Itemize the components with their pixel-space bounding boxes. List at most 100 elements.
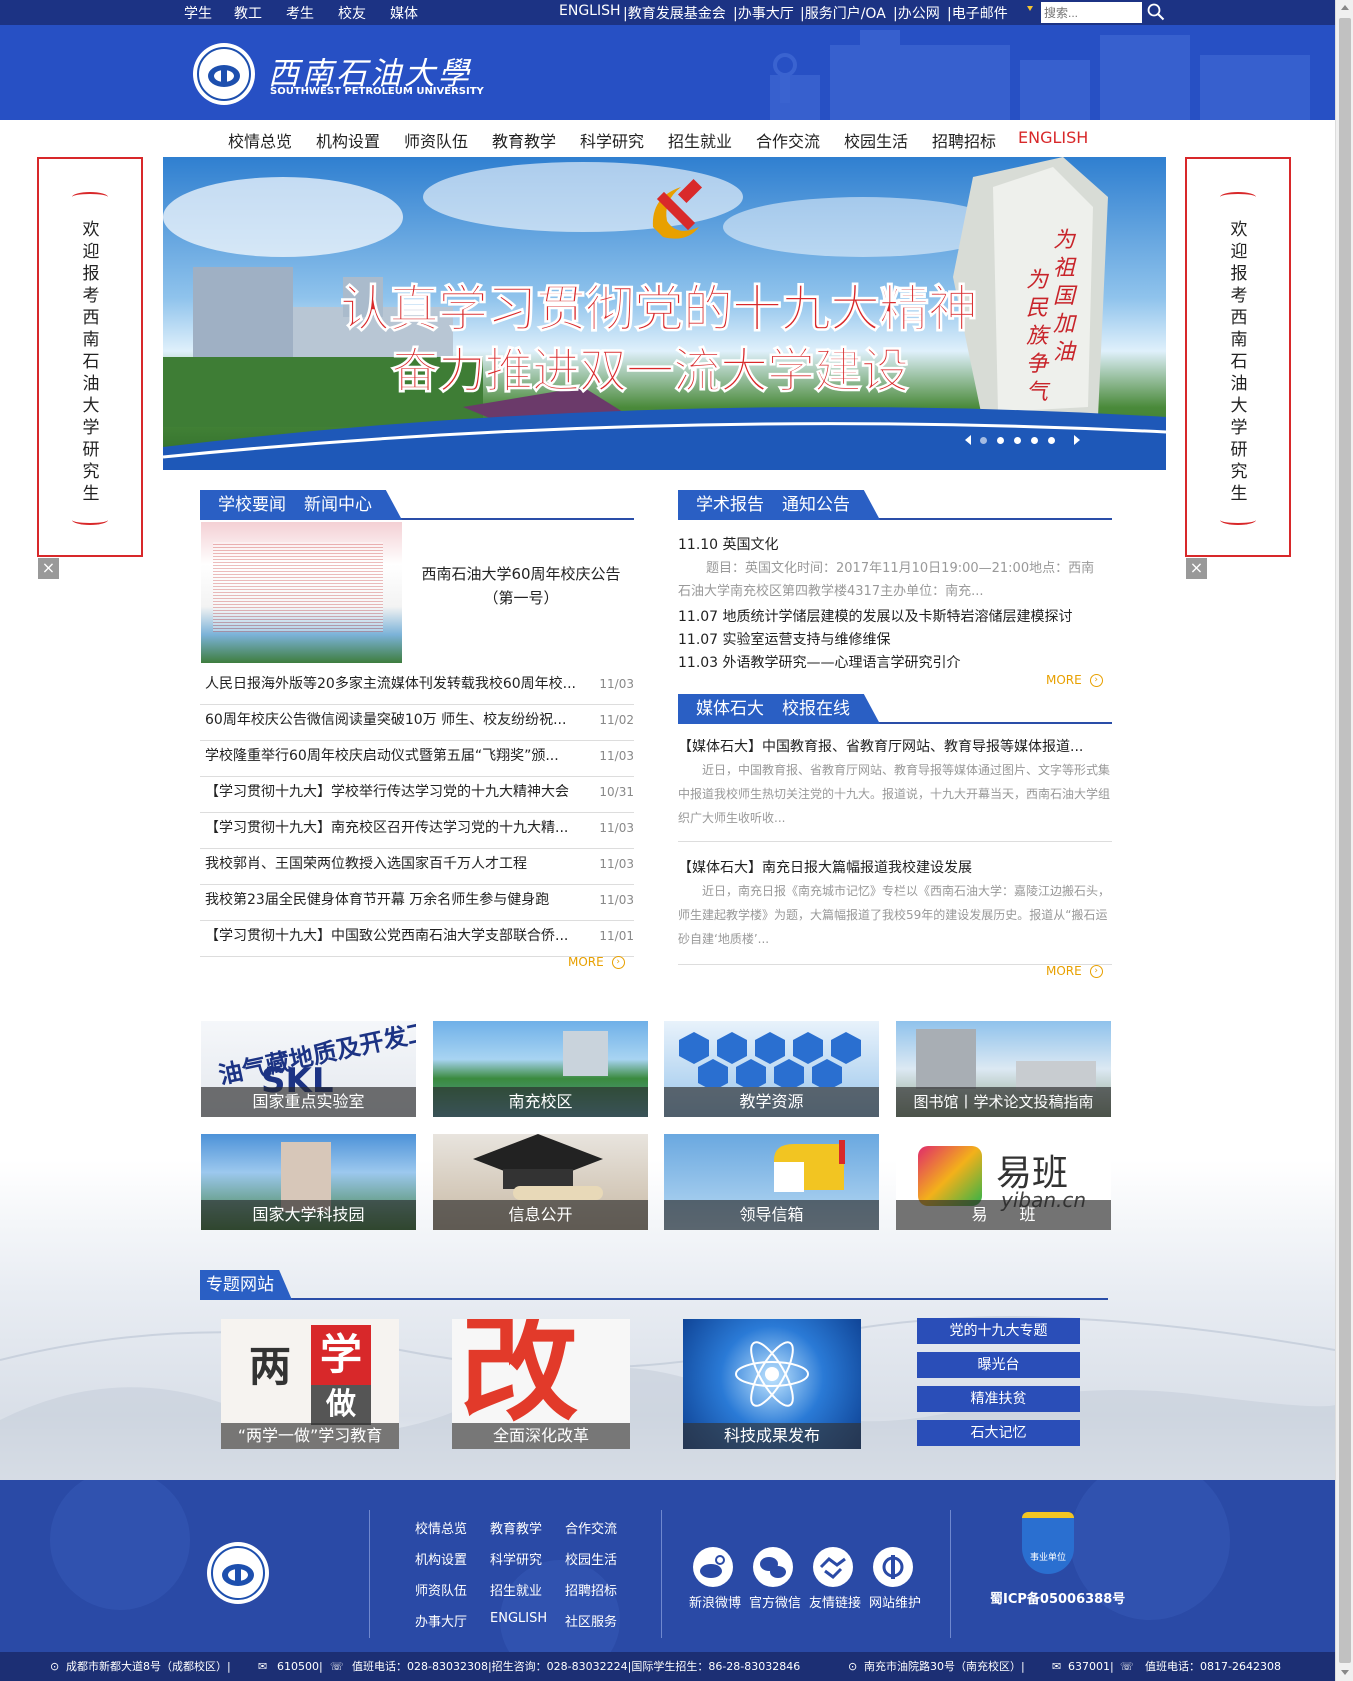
tile-nanchong-campus[interactable]: 南充校区 bbox=[433, 1021, 648, 1117]
wechat-label[interactable]: 官方微信 bbox=[749, 1592, 801, 1611]
topbar-link-service-hall[interactable]: |办事大厅 bbox=[733, 3, 794, 23]
footer-link[interactable]: 科学研究 bbox=[490, 1549, 542, 1568]
tab-academic-reports[interactable]: 学术报告 bbox=[696, 495, 764, 515]
footer-link[interactable]: 教育教学 bbox=[490, 1518, 542, 1537]
special-link-exposure[interactable]: 曝光台 bbox=[917, 1352, 1080, 1378]
footer-link[interactable]: 机构设置 bbox=[415, 1549, 467, 1568]
tile-teaching-resources[interactable]: 教学资源 bbox=[664, 1021, 879, 1117]
footer-link[interactable]: 办事大厅 bbox=[415, 1611, 467, 1630]
tab-school-paper[interactable]: 校报在线 bbox=[782, 699, 850, 719]
footer-link[interactable]: 社区服务 bbox=[565, 1611, 617, 1630]
tile-information-disclosure[interactable]: 信息公开 bbox=[433, 1134, 648, 1230]
list-item[interactable]: 人民日报海外版等20多家主流媒体刊发转载我校60周年校... 11/03 bbox=[200, 669, 634, 705]
news-more-link[interactable]: MORE › bbox=[568, 955, 625, 969]
list-item[interactable]: 11.03 外语教学研究——心理语言学研究引介 bbox=[678, 652, 961, 672]
featured-news-title[interactable]: 西南石油大学60周年校庆公告（第一号） bbox=[412, 562, 630, 610]
right-side-banner[interactable]: 欢迎报考西南石油大学研究生 bbox=[1185, 157, 1291, 557]
topbar-link-foundation[interactable]: |教育发展基金会 bbox=[623, 3, 726, 23]
list-item[interactable]: 我校郭肖、王国荣两位教授入选国家百千万人才工程 11/03 bbox=[200, 849, 634, 885]
list-item[interactable]: 【学习贯彻十九大】中国致公党西南石油大学支部联合侨... 11/01 bbox=[200, 921, 634, 957]
nav-item-cooperation[interactable]: 合作交流 bbox=[756, 128, 820, 152]
wechat-icon[interactable] bbox=[753, 1547, 793, 1587]
search-icon[interactable] bbox=[1147, 3, 1165, 21]
hero-prev-icon[interactable] bbox=[965, 435, 971, 445]
tile-library[interactable]: 图书馆丨学术论文投稿指南 bbox=[896, 1021, 1111, 1117]
icp-record[interactable]: 蜀ICP备05006388号 bbox=[990, 1588, 1125, 1607]
topbar-link-staff[interactable]: 教工 bbox=[234, 3, 262, 23]
topbar-link-applicants[interactable]: 考生 bbox=[286, 3, 314, 23]
dropdown-arrow-icon[interactable] bbox=[1027, 6, 1033, 11]
tab-school-news[interactable]: 学校要闻 bbox=[218, 495, 286, 515]
topbar-link-alumni[interactable]: 校友 bbox=[338, 3, 366, 23]
scroll-down-icon[interactable] bbox=[1341, 1670, 1349, 1675]
nav-item-faculty[interactable]: 师资队伍 bbox=[404, 128, 468, 152]
hero-dot[interactable] bbox=[997, 437, 1004, 444]
footer-link[interactable]: 校情总览 bbox=[415, 1518, 467, 1537]
tab-news-center[interactable]: 新闻中心 bbox=[304, 495, 372, 515]
footer-link[interactable]: 合作交流 bbox=[565, 1518, 617, 1537]
special-deepen-reform[interactable]: 改 全面深化改革 bbox=[452, 1319, 630, 1449]
topbar-link-students[interactable]: 学生 bbox=[184, 3, 212, 23]
left-banner-close-icon[interactable]: × bbox=[38, 558, 59, 579]
hero-dot[interactable] bbox=[980, 437, 987, 444]
nav-item-overview[interactable]: 校情总览 bbox=[228, 128, 292, 152]
public-institution-badge-icon[interactable]: 事业单位 bbox=[1022, 1512, 1074, 1574]
tile-leader-mailbox[interactable]: 领导信箱 bbox=[664, 1134, 879, 1230]
tile-yiban[interactable]: 易班 yiban.cn 易 班 bbox=[896, 1134, 1111, 1230]
page-scrollbar[interactable] bbox=[1335, 0, 1353, 1681]
topbar-link-media[interactable]: 媒体 bbox=[390, 3, 418, 23]
special-tech-results[interactable]: 科技成果发布 bbox=[683, 1319, 861, 1449]
right-banner-close-icon[interactable]: × bbox=[1186, 558, 1207, 579]
footer-link[interactable]: 招聘招标 bbox=[565, 1580, 617, 1599]
media-more-link[interactable]: MORE › bbox=[1046, 964, 1103, 978]
list-item[interactable]: 11.07 实验室运营支持与维修维保 bbox=[678, 629, 891, 649]
list-item[interactable]: 【学习贯彻十九大】南充校区召开传达学习党的十九大精... 11/03 bbox=[200, 813, 634, 849]
special-two-studies[interactable]: 两 学 做 “两学一做”学习教育 bbox=[221, 1319, 399, 1449]
featured-news-image[interactable] bbox=[201, 522, 402, 663]
topbar-link-office[interactable]: |办公网 bbox=[893, 3, 940, 23]
left-side-banner[interactable]: 欢迎报考西南石油大学研究生 bbox=[37, 157, 143, 557]
nav-item-education[interactable]: 教育教学 bbox=[492, 128, 556, 152]
footer-link[interactable]: ENGLISH bbox=[490, 1611, 547, 1626]
nav-item-admissions[interactable]: 招生就业 bbox=[668, 128, 732, 152]
weibo-icon[interactable] bbox=[693, 1547, 733, 1587]
footer-link[interactable]: 招生就业 bbox=[490, 1580, 542, 1599]
maintenance-icon[interactable] bbox=[873, 1547, 913, 1587]
search-input[interactable] bbox=[1041, 2, 1142, 23]
nav-item-research[interactable]: 科学研究 bbox=[580, 128, 644, 152]
list-item[interactable]: 60周年校庆公告微信阅读量突破10万 师生、校友纷纷祝... 11/02 bbox=[200, 705, 634, 741]
notice-first-title[interactable]: 11.10 英国文化 bbox=[678, 534, 779, 554]
list-item[interactable]: 11.07 地质统计学储层建模的发展以及卡斯特岩溶储层建模探讨 bbox=[678, 606, 1073, 626]
hero-dot[interactable] bbox=[1048, 437, 1055, 444]
hero-dot[interactable] bbox=[1031, 437, 1038, 444]
list-item[interactable]: 【学习贯彻十九大】学校举行传达学习党的十九大精神大会 10/31 bbox=[200, 777, 634, 813]
media-item-title[interactable]: 【媒体石大】南充日报大篇幅报道我校建设发展 bbox=[678, 857, 1098, 877]
list-item[interactable]: 我校第23届全民健身体育节开幕 万余名师生参与健身跑 11/03 bbox=[200, 885, 634, 921]
hero-dot[interactable] bbox=[1014, 437, 1021, 444]
nav-item-campus-life[interactable]: 校园生活 bbox=[844, 128, 908, 152]
footer-link[interactable]: 师资队伍 bbox=[415, 1580, 467, 1599]
media-item-title[interactable]: 【媒体石大】中国教育报、省教育厅网站、教育导报等媒体报道... bbox=[678, 736, 1098, 756]
friend-links-label[interactable]: 友情链接 bbox=[809, 1592, 861, 1611]
nav-item-institutions[interactable]: 机构设置 bbox=[316, 128, 380, 152]
scrollbar-thumb[interactable] bbox=[1339, 18, 1351, 1663]
scroll-up-icon[interactable] bbox=[1341, 5, 1349, 10]
nav-item-english[interactable]: ENGLISH bbox=[1018, 128, 1088, 147]
notice-more-link[interactable]: MORE › bbox=[1046, 673, 1103, 687]
handshake-link-icon[interactable] bbox=[813, 1547, 853, 1587]
site-maintenance-label[interactable]: 网站维护 bbox=[869, 1592, 921, 1611]
special-link-memories[interactable]: 石大记忆 bbox=[917, 1420, 1080, 1446]
tab-media-coverage[interactable]: 媒体石大 bbox=[696, 699, 764, 719]
footer-link[interactable]: 校园生活 bbox=[565, 1549, 617, 1568]
hero-banner[interactable]: 认真学习贯彻党的十九大精神 奋力推进双一流大学建设 为祖国加油 为民族争气 bbox=[163, 157, 1166, 470]
weibo-label[interactable]: 新浪微博 bbox=[689, 1592, 741, 1611]
list-item[interactable]: 学校隆重举行60周年校庆启动仪式暨第五届“飞翔奖”颁... 11/03 bbox=[200, 741, 634, 777]
hero-next-icon[interactable] bbox=[1074, 435, 1080, 445]
special-link-19th-congress[interactable]: 党的十九大专题 bbox=[917, 1318, 1080, 1344]
topbar-link-english[interactable]: ENGLISH bbox=[559, 3, 621, 19]
tile-science-park[interactable]: 国家大学科技园 bbox=[201, 1134, 416, 1230]
topbar-link-email[interactable]: |电子邮件 bbox=[947, 3, 1008, 23]
tab-announcements[interactable]: 通知公告 bbox=[782, 495, 850, 515]
nav-item-recruitment[interactable]: 招聘招标 bbox=[932, 128, 996, 152]
tile-state-key-lab[interactable]: 油气藏地质及开发工程 SKL 国家重点实验室 bbox=[201, 1021, 416, 1117]
